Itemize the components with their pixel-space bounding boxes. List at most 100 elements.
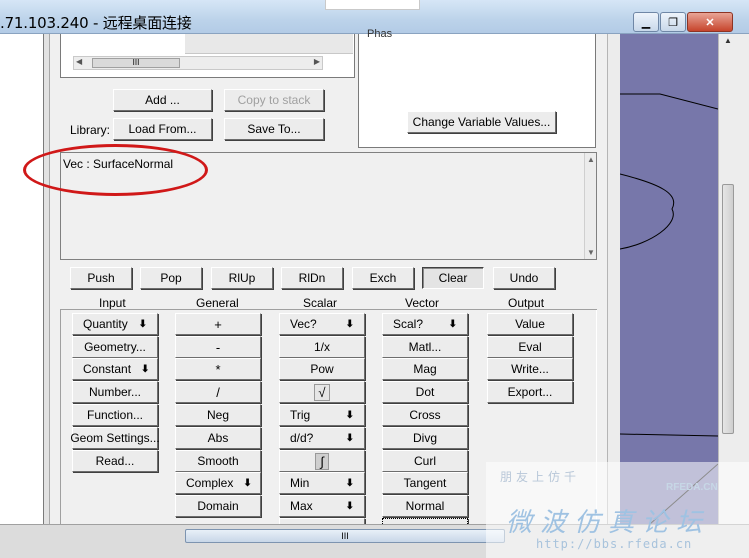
dropdown-arrow-icon: ⬇: [141, 363, 150, 375]
save-to-button[interactable]: Save To...: [224, 118, 324, 140]
scroll-grip: III: [341, 531, 349, 541]
clear-button[interactable]: Clear: [422, 267, 484, 289]
library-label: Library:: [70, 123, 111, 137]
minus-button[interactable]: -: [175, 336, 261, 358]
quantity-dropdown-button[interactable]: Quantity ⬇: [72, 313, 158, 335]
sqrt-button[interactable]: √: [279, 381, 365, 403]
minimize-button[interactable]: ▁: [633, 12, 659, 32]
push-button[interactable]: Push: [70, 267, 132, 289]
scroll-up-icon[interactable]: ▲: [587, 155, 595, 164]
undo-button[interactable]: Undo: [493, 267, 555, 289]
eval-button[interactable]: Eval: [487, 336, 573, 358]
rlup-button[interactable]: RlUp: [211, 267, 273, 289]
scroll-right-icon[interactable]: ▶: [314, 57, 320, 66]
bottom-hscrollbar[interactable]: III: [0, 524, 749, 558]
geometry-button[interactable]: Geometry...: [72, 336, 158, 358]
read-button[interactable]: Read...: [72, 450, 158, 472]
complex-dropdown-button[interactable]: Complex ⬇: [175, 472, 261, 494]
matl-button[interactable]: Matl...: [382, 336, 468, 358]
dropdown-arrow-icon: ⬇: [243, 477, 252, 489]
domain-button[interactable]: Domain: [175, 495, 261, 517]
close-icon: ✕: [705, 16, 715, 29]
quantity-list[interactable]: ◀ III ▶: [60, 34, 355, 78]
function-button[interactable]: Function...: [72, 404, 158, 426]
bottom-scroll-thumb[interactable]: III: [185, 529, 505, 543]
vec-label: Vec?: [290, 317, 317, 331]
add-button[interactable]: Add ...: [113, 89, 212, 111]
mesh-graphic: [620, 93, 718, 524]
top-edge-strip: [325, 0, 420, 10]
dropdown-arrow-icon: ⬇: [448, 318, 457, 330]
sqrt-icon: √: [314, 383, 330, 401]
exch-button[interactable]: Exch: [352, 267, 414, 289]
max-dropdown-button[interactable]: Max ⬇: [279, 495, 365, 517]
rldn-button[interactable]: RlDn: [281, 267, 343, 289]
export-button[interactable]: Export...: [487, 381, 573, 403]
scal-dropdown-button[interactable]: Scal? ⬇: [382, 313, 468, 335]
mesh-view[interactable]: [620, 34, 718, 524]
scroll-up-icon[interactable]: ▲: [722, 36, 734, 45]
reciprocal-button[interactable]: 1/x: [279, 336, 365, 358]
value-button[interactable]: Value: [487, 313, 573, 335]
constant-dropdown-button[interactable]: Constant ⬇: [72, 358, 158, 380]
list-hscrollbar[interactable]: ◀ III ▶: [73, 56, 323, 70]
close-button[interactable]: ✕: [687, 12, 733, 32]
dot-button[interactable]: Dot: [382, 381, 468, 403]
mesh-vscrollbar[interactable]: ▲: [718, 34, 749, 524]
left-pane-border: [44, 34, 50, 558]
mesh-scroll-thumb[interactable]: [722, 184, 734, 434]
window-title: .71.103.240 - 远程桌面连接: [0, 14, 192, 32]
multiply-button[interactable]: *: [175, 358, 261, 380]
input-column-header: Input: [99, 296, 126, 310]
quantity-label: Quantity: [83, 317, 128, 331]
copy-to-stack-button[interactable]: Copy to stack: [224, 89, 324, 111]
vec-dropdown-button[interactable]: Vec? ⬇: [279, 313, 365, 335]
tangent-button[interactable]: Tangent: [382, 472, 468, 494]
scroll-left-icon[interactable]: ◀: [76, 57, 82, 66]
integral-button[interactable]: ∫: [279, 450, 365, 472]
abs-button[interactable]: Abs: [175, 427, 261, 449]
minimize-icon: ▁: [641, 16, 651, 29]
complex-label: Complex: [186, 476, 234, 490]
register-scrollbar[interactable]: ▲ ▼: [584, 153, 596, 259]
curl-button[interactable]: Curl: [382, 450, 468, 472]
list-scroll-thumb[interactable]: III: [92, 58, 180, 68]
dropdown-arrow-icon: ⬇: [138, 318, 147, 330]
normal-button[interactable]: Normal: [382, 495, 468, 517]
trig-label: Trig: [290, 408, 311, 422]
output-column-header: Output: [508, 296, 545, 310]
cross-button[interactable]: Cross: [382, 404, 468, 426]
dropdown-arrow-icon: ⬇: [345, 477, 354, 489]
max-label: Max: [290, 499, 313, 513]
smooth-button[interactable]: Smooth: [175, 450, 261, 472]
trig-dropdown-button[interactable]: Trig ⬇: [279, 404, 365, 426]
list-row[interactable]: [185, 34, 353, 54]
divg-button[interactable]: Divg: [382, 427, 468, 449]
pow-button[interactable]: Pow: [279, 358, 365, 380]
restore-icon: ❐: [668, 16, 678, 29]
change-variable-values-button[interactable]: Change Variable Values...: [407, 111, 556, 133]
derivative-dropdown-button[interactable]: d/d? ⬇: [279, 427, 365, 449]
panel-vscrollbar[interactable]: [607, 34, 620, 524]
constant-label: Constant: [83, 362, 132, 376]
divide-button[interactable]: /: [175, 381, 261, 403]
stack-register[interactable]: Vec : SurfaceNormal ▲ ▼: [60, 152, 597, 260]
group-divider: [60, 309, 597, 310]
restore-button[interactable]: ❐: [660, 12, 686, 32]
geom-settings-button[interactable]: Geom Settings...: [70, 427, 160, 449]
vector-column-header: Vector: [405, 296, 440, 310]
load-from-button[interactable]: Load From...: [113, 118, 212, 140]
mag-button[interactable]: Mag: [382, 358, 468, 380]
derivative-label: d/d?: [290, 431, 314, 445]
integral-icon: ∫: [315, 452, 329, 470]
number-button[interactable]: Number...: [72, 381, 158, 403]
left-tree-pane[interactable]: [0, 34, 44, 558]
pop-button[interactable]: Pop: [140, 267, 202, 289]
general-column-header: General: [196, 296, 239, 310]
write-button[interactable]: Write...: [487, 358, 573, 380]
neg-button[interactable]: Neg: [175, 404, 261, 426]
min-dropdown-button[interactable]: Min ⬇: [279, 472, 365, 494]
scroll-down-icon[interactable]: ▼: [587, 248, 595, 257]
scalar-column-header: Scalar: [303, 296, 338, 310]
plus-button[interactable]: +: [175, 313, 261, 335]
